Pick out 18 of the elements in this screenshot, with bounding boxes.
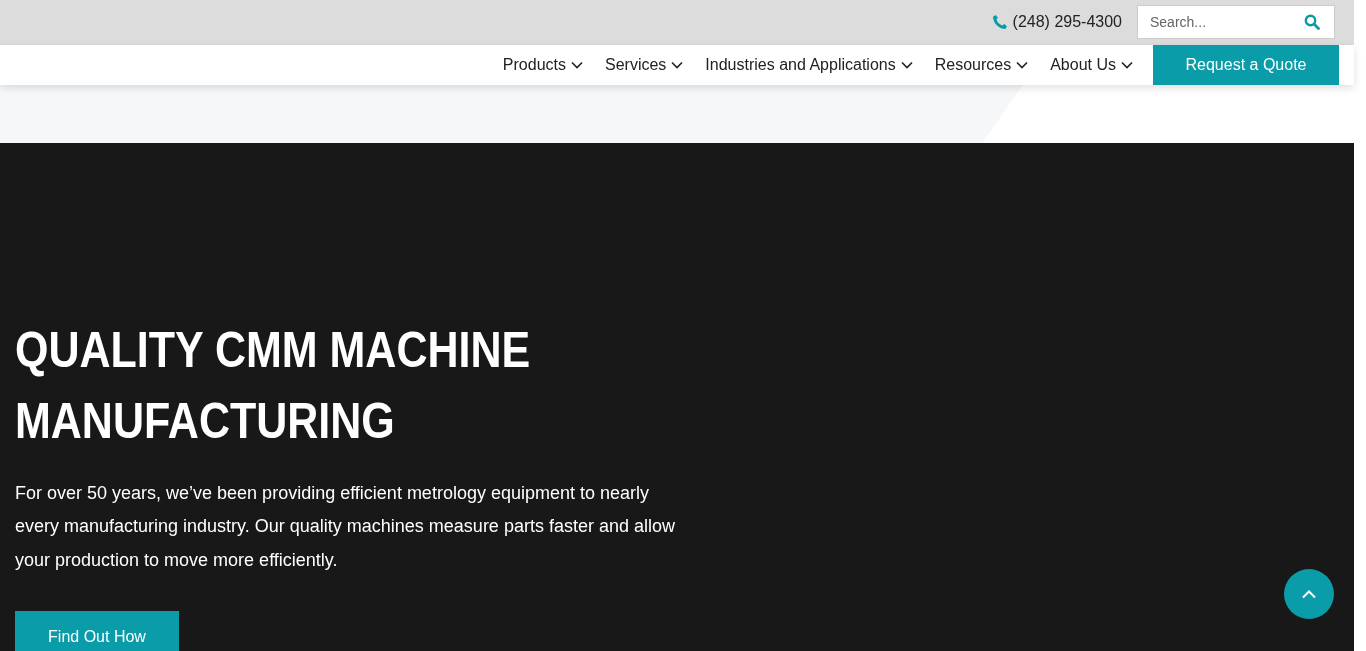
chevron-down-icon (571, 60, 583, 69)
chevron-down-icon (1121, 60, 1133, 69)
nav-menu-item[interactable]: Services (605, 55, 684, 74)
hero-description: For over 50 years, we’ve been providing efficient metrology equipment to nearly every manufacturing industry. Our quality machines measure parts faster and allow your production to move more efficiently. (15, 481, 676, 572)
chevron-down-icon (900, 60, 913, 69)
scroll-to-top-button[interactable] (1284, 568, 1334, 619)
phone-link[interactable]: (248) 295-4300 (1012, 13, 1122, 32)
nav-menu-item[interactable]: Industries and Applications (705, 55, 913, 74)
chevron-up-icon (1301, 588, 1317, 599)
chevron-down-icon (1016, 60, 1029, 69)
search-field[interactable]: Search... (1137, 5, 1335, 40)
search-icon[interactable] (1304, 14, 1320, 31)
nav-menu-item[interactable]: About Us (1050, 55, 1133, 74)
chevron-down-icon (671, 60, 684, 69)
nav-menu-item[interactable]: Resources (934, 55, 1029, 74)
phone-icon (991, 14, 1008, 31)
hero-title: QUALITY CMM MACHINE MANUFACTURING (15, 320, 532, 451)
nav-menu-item[interactable]: Products (502, 55, 583, 74)
